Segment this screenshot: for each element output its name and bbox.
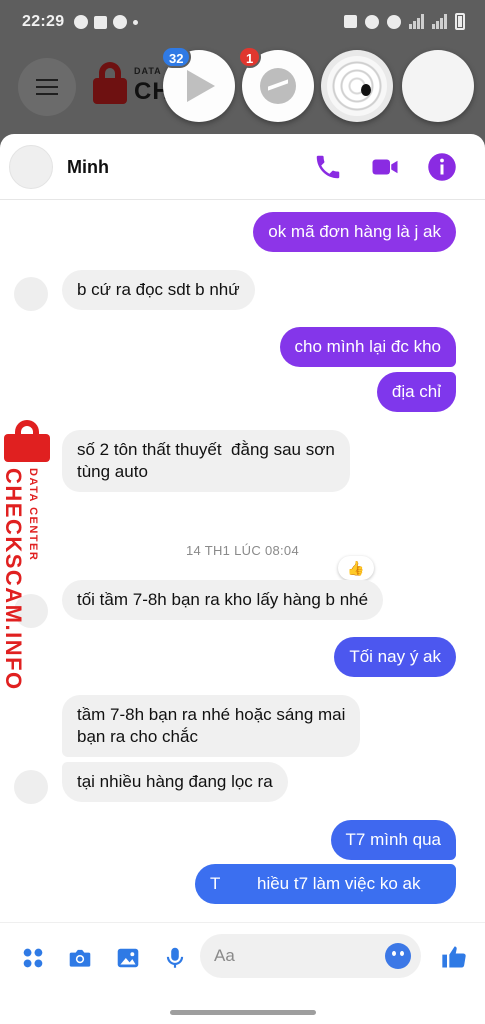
home-indicator[interactable] (170, 1010, 316, 1015)
thumbs-up-icon[interactable] (440, 943, 468, 971)
chat-panel: Minh ok mã đơn hàng là j ak b cứ ra đọc … (0, 134, 485, 1024)
status-bar: 22:29 (0, 0, 485, 44)
emoji-icon[interactable] (385, 943, 411, 969)
message-outgoing[interactable]: T hiều t7 làm việc ko ak (195, 864, 456, 904)
microphone-icon[interactable] (162, 945, 188, 971)
message-fragment: T (210, 874, 221, 893)
checkscam-watermark: DATA CENTER CHECKSCAM.INFO (0, 420, 56, 691)
watermark-line2: CHECKSCAM.INFO (1, 468, 26, 691)
contact-name[interactable]: Minh (67, 157, 109, 178)
message-incoming[interactable]: tối tầm 7-8h bạn ra kho lấy hàng b nhé (62, 580, 384, 620)
message-incoming[interactable]: tại nhiều hàng đang lọc ra (62, 762, 288, 802)
status-time: 22:29 (22, 13, 65, 30)
message-outgoing[interactable]: T7 mình qua (330, 820, 456, 860)
camera-icon[interactable] (67, 945, 93, 971)
play-icon (187, 70, 215, 102)
video-call-icon[interactable] (370, 152, 400, 182)
contact-avatar[interactable] (9, 145, 53, 189)
sender-avatar (14, 770, 48, 804)
signal-icon-2 (432, 14, 447, 29)
menu-icon[interactable] (18, 58, 76, 116)
message-line: tầm 7-8h bạn ra nhé hoặc sáng mai (77, 705, 346, 724)
spider-web-avatar (327, 56, 387, 116)
message-list[interactable]: ok mã đơn hàng là j ak b cứ ra đọc sdt b… (0, 200, 485, 974)
chat-head-blank[interactable] (402, 50, 474, 122)
messenger-notif-icon-2 (113, 15, 127, 29)
message-incoming[interactable]: số 2 tôn thất thuyết đằng sau sơn tùng a… (62, 430, 350, 492)
messenger-notif-icon (74, 15, 88, 29)
wifi-icon (387, 14, 401, 29)
message-incoming[interactable]: tầm 7-8h bạn ra nhé hoặc sáng mai bạn ra… (62, 695, 361, 757)
brand-lock-icon (93, 62, 127, 104)
message-timestamp: 14 TH1 LÚC 08:04 (186, 543, 299, 558)
brand-small-text: DATA (134, 66, 162, 76)
message-incoming[interactable]: b cứ ra đọc sdt b nhứ (62, 270, 255, 310)
apps-grid-icon[interactable] (20, 945, 46, 971)
info-icon[interactable] (427, 152, 457, 182)
gallery-icon[interactable] (115, 945, 141, 971)
battery-icon (455, 13, 465, 30)
chat-head-badge: 1 (238, 46, 262, 68)
messenger-icon (260, 68, 296, 104)
status-system-icons (344, 13, 465, 30)
gallery-notif-icon (94, 15, 107, 29)
chat-head-spider[interactable] (321, 50, 393, 122)
chat-head-badge: 32 (161, 46, 192, 68)
spider-icon (361, 84, 371, 96)
phone-icon[interactable] (313, 152, 343, 182)
status-notification-icons (74, 15, 138, 29)
message-line: số 2 tôn thất thuyết đằng sau sơn (77, 440, 335, 459)
message-input-placeholder: Aa (214, 946, 235, 965)
message-outgoing[interactable]: Tối nay ý ak (334, 637, 456, 677)
message-composer: Aa (0, 922, 485, 992)
message-input[interactable]: Aa (200, 934, 421, 978)
more-notifs-icon (133, 19, 138, 25)
alarm-icon (365, 14, 379, 29)
thumbs-up-reaction[interactable]: 👍 (338, 556, 374, 580)
message-outgoing[interactable]: cho mình lại đc kho (279, 327, 456, 367)
message-outgoing[interactable]: địa chỉ (376, 372, 456, 412)
message-fragment: hiều t7 làm việc ko ak (257, 874, 421, 893)
watermark-lock-icon (2, 420, 50, 462)
message-line: tùng auto (77, 462, 148, 481)
watermark-line1: DATA CENTER (27, 468, 39, 562)
chat-head-video[interactable]: 32 (161, 46, 235, 122)
message-line: bạn ra cho chắc (77, 727, 198, 746)
message-outgoing[interactable]: ok mã đơn hàng là j ak (253, 212, 456, 252)
lock-status-icon (344, 15, 357, 28)
sender-avatar (14, 277, 48, 311)
signal-icon (409, 14, 424, 29)
chat-header: Minh (0, 134, 485, 200)
chat-head-messenger[interactable]: 1 (238, 46, 314, 122)
